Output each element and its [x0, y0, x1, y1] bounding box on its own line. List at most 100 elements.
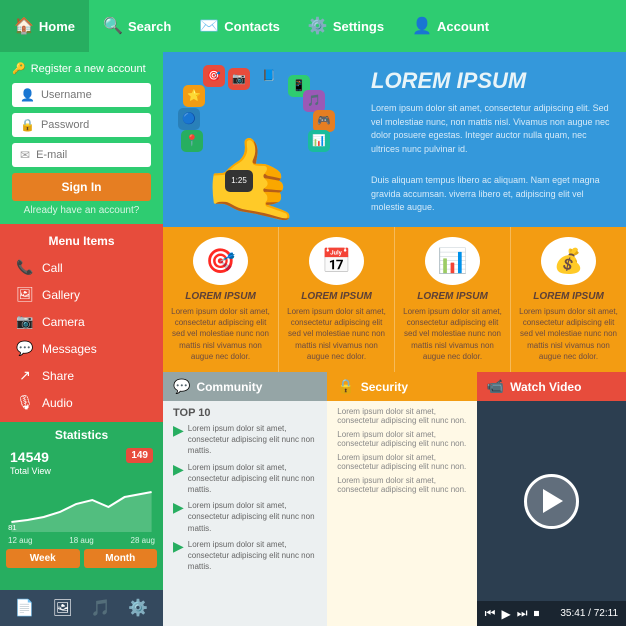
- menu-title: Menu Items: [0, 230, 163, 254]
- security-list-item: Lorem ipsum dolor sit amet, consectetur …: [337, 453, 466, 471]
- security-content: Lorem ipsum dolor sit amet, consectetur …: [327, 401, 476, 626]
- video-time: 35:41 / 72:11: [560, 608, 618, 619]
- fast-forward-icon[interactable]: ⏭: [517, 606, 528, 621]
- app-icon-1[interactable]: 📷: [228, 68, 250, 90]
- nav-home[interactable]: 🏠 Home: [0, 0, 89, 52]
- mail-icon: ✉️: [199, 16, 219, 36]
- password-field-wrapper: 🔒: [12, 113, 151, 137]
- bullet-2: ▶: [173, 462, 184, 476]
- user-icon: 👤: [20, 88, 35, 102]
- call-icon: 📞: [16, 259, 34, 276]
- app-icon-5[interactable]: 🎮: [313, 110, 335, 132]
- feature-4-desc: Lorem ipsum dolor sit amet, consectetur …: [519, 306, 618, 362]
- share-icon: ↗: [16, 367, 34, 384]
- app-icon-6[interactable]: 📊: [308, 130, 330, 152]
- nav-contacts[interactable]: ✉️ Contacts: [185, 0, 294, 52]
- lock-icon: 🔒: [20, 118, 35, 132]
- stats-date3: 28 aug: [131, 536, 155, 545]
- feature-4-icon: 💰: [541, 237, 596, 285]
- sidebar: 🔑 Register a new account 👤 🔒 ✉ Sign In A…: [0, 52, 163, 626]
- svg-text:81: 81: [8, 523, 16, 532]
- stop-icon[interactable]: ⏹: [534, 606, 540, 621]
- nav-home-label: Home: [39, 19, 75, 34]
- feature-3-desc: Lorem ipsum dolor sit amet, consectetur …: [403, 306, 502, 362]
- menu-gallery[interactable]: 🖼 Gallery: [0, 281, 163, 308]
- app-icon-4[interactable]: 🎵: [303, 90, 325, 112]
- menu-messages[interactable]: 💬 Messages: [0, 335, 163, 362]
- auth-section: 🔑 Register a new account 👤 🔒 ✉ Sign In A…: [0, 52, 163, 224]
- search-icon: 🔍: [103, 16, 123, 36]
- password-input[interactable]: [41, 119, 143, 131]
- feature-4-title: LOREM IPSUM: [533, 291, 604, 302]
- community-list: ▶ Lorem ipsum dolor sit amet, consectetu…: [173, 423, 317, 572]
- app-icon-10[interactable]: 📍: [181, 130, 203, 152]
- security-item-1: Lorem ipsum dolor sit amet, consectetur …: [337, 407, 466, 425]
- menu-audio[interactable]: 🎙 Audio: [0, 389, 163, 416]
- features-section: 🎯 LOREM IPSUM Lorem ipsum dolor sit amet…: [163, 227, 626, 372]
- feature-3-icon: 📊: [425, 237, 480, 285]
- messages-icon: 💬: [16, 340, 34, 357]
- document-icon[interactable]: 📄: [15, 598, 35, 618]
- feature-2-icon: 📅: [309, 237, 364, 285]
- play-triangle-icon: [543, 489, 563, 513]
- community-content: TOP 10 ▶ Lorem ipsum dolor sit amet, con…: [163, 401, 327, 626]
- already-account-link[interactable]: Already have an account?: [12, 205, 151, 216]
- lock-icon: 🔒: [337, 378, 354, 395]
- hero-body1: Lorem ipsum dolor sit amet, consectetur …: [371, 102, 610, 156]
- watch-video-section: 📹 Watch Video ⏮ ▶ ⏭ ⏹ 35:41 / 72:11: [477, 372, 626, 626]
- video-controls: ⏮ ▶ ⏭ ⏹ 35:41 / 72:11: [477, 601, 626, 626]
- username-input[interactable]: [41, 89, 143, 101]
- list-item: ▶ Lorem ipsum dolor sit amet, consectetu…: [173, 423, 317, 457]
- bottom-row: 💬 Community TOP 10 ▶ Lorem ipsum dolor s…: [163, 372, 626, 626]
- month-button[interactable]: Month: [84, 549, 158, 568]
- hero-section: 📷 📘 📱 🎵 🎮 📊 🎯 ⭐ 🔵 📍 🤙 1:25: [163, 52, 626, 227]
- stats-buttons: Week Month: [6, 549, 157, 568]
- feature-1-desc: Lorem ipsum dolor sit amet, consectetur …: [171, 306, 270, 362]
- top-nav: 🏠 Home 🔍 Search ✉️ Contacts ⚙️ Settings …: [0, 0, 626, 52]
- nav-search-label: Search: [128, 19, 171, 34]
- camera-icon: 📷: [16, 313, 34, 330]
- email-input[interactable]: [36, 149, 143, 161]
- nav-contacts-label: Contacts: [224, 19, 280, 34]
- auth-title: 🔑 Register a new account: [12, 62, 151, 75]
- list-item: ▶ Lorem ipsum dolor sit amet, consectetu…: [173, 539, 317, 573]
- feature-3: 📊 LOREM IPSUM Lorem ipsum dolor sit amet…: [395, 227, 511, 372]
- config-icon[interactable]: ⚙️: [128, 598, 148, 618]
- sidebar-bottom: 📄 🖼 🎵 ⚙️: [0, 590, 163, 626]
- list-item: ▶ Lorem ipsum dolor sit amet, consectetu…: [173, 462, 317, 496]
- menu-call[interactable]: 📞 Call: [0, 254, 163, 281]
- nav-search[interactable]: 🔍 Search: [89, 0, 185, 52]
- username-field-wrapper: 👤: [12, 83, 151, 107]
- sign-in-button[interactable]: Sign In: [12, 173, 151, 201]
- hero-title: LOREM IPSUM: [371, 68, 610, 94]
- bullet-1: ▶: [173, 423, 184, 437]
- security-list-item: Lorem ipsum dolor sit amet, consectetur …: [337, 476, 466, 494]
- top10-label: TOP 10: [173, 407, 317, 419]
- video-content: [477, 401, 626, 601]
- photo-icon[interactable]: 🖼: [53, 598, 73, 618]
- video-icon: 📹: [487, 378, 504, 395]
- menu-section: Menu Items 📞 Call 🖼 Gallery 📷 Camera 💬 M…: [0, 224, 163, 422]
- menu-share[interactable]: ↗ Share: [0, 362, 163, 389]
- app-icon-9[interactable]: 🔵: [178, 108, 200, 130]
- bullet-3: ▶: [173, 500, 184, 514]
- security-section: 🔒 Security Lorem ipsum dolor sit amet, c…: [327, 372, 476, 626]
- security-title: Security: [361, 380, 408, 394]
- rewind-icon[interactable]: ⏮: [485, 606, 496, 621]
- nav-account[interactable]: 👤 Account: [398, 0, 503, 52]
- week-button[interactable]: Week: [6, 549, 80, 568]
- community-title: Community: [196, 380, 262, 394]
- play-button[interactable]: [524, 474, 579, 529]
- music-icon[interactable]: 🎵: [91, 598, 111, 618]
- feature-3-title: LOREM IPSUM: [417, 291, 488, 302]
- play-icon[interactable]: ▶: [501, 607, 510, 621]
- smartwatch: 1:25: [225, 170, 253, 192]
- app-icon-7[interactable]: 🎯: [203, 65, 225, 87]
- app-icon-2[interactable]: 📘: [258, 65, 280, 87]
- stats-date1: 12 aug: [8, 536, 32, 545]
- menu-camera[interactable]: 📷 Camera: [0, 308, 163, 335]
- nav-settings[interactable]: ⚙️ Settings: [294, 0, 398, 52]
- app-icon-8[interactable]: ⭐: [183, 85, 205, 107]
- stats-numbers: 14549 Total View 149: [6, 448, 157, 478]
- hero-text: LOREM IPSUM Lorem ipsum dolor sit amet, …: [363, 52, 626, 227]
